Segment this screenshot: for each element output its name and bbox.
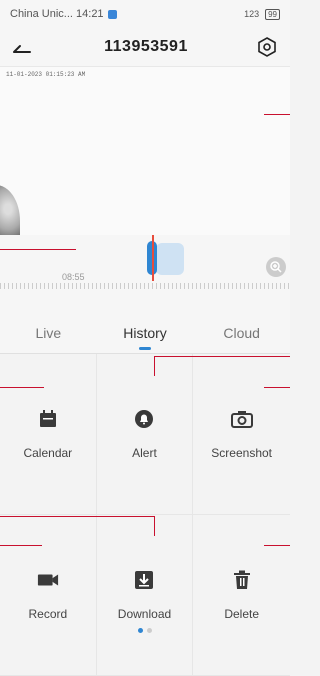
annotation-line bbox=[264, 114, 290, 115]
annotation-line bbox=[264, 545, 290, 546]
delete-label: Delete bbox=[224, 607, 259, 621]
video-frame-object bbox=[0, 185, 20, 235]
tab-live[interactable]: Live bbox=[0, 313, 97, 353]
recording-segment bbox=[156, 243, 184, 275]
tab-cloud[interactable]: Cloud bbox=[193, 313, 290, 353]
timeline[interactable]: 08:55 bbox=[0, 235, 290, 313]
video-timestamp: 11-01-2023 01:15:23 AM bbox=[6, 71, 86, 78]
mode-tabs: Live History Cloud bbox=[0, 313, 290, 354]
gear-icon bbox=[258, 37, 276, 57]
notification-icon bbox=[107, 9, 117, 19]
annotation-line bbox=[154, 356, 155, 376]
tab-history[interactable]: History bbox=[97, 313, 194, 353]
annotation-line bbox=[154, 516, 155, 536]
annotation-line bbox=[0, 545, 42, 546]
camera-icon bbox=[230, 408, 253, 430]
delete-button[interactable]: Delete bbox=[193, 515, 290, 676]
tab-history-label: History bbox=[123, 325, 167, 341]
alert-label: Alert bbox=[132, 446, 157, 460]
page-dot-active bbox=[138, 628, 143, 633]
bell-icon bbox=[133, 408, 155, 430]
calendar-button[interactable]: Calendar bbox=[0, 354, 97, 515]
annotation-line bbox=[154, 356, 290, 357]
settings-button[interactable] bbox=[256, 36, 278, 58]
calendar-icon bbox=[37, 408, 59, 430]
record-button[interactable]: Record bbox=[0, 515, 97, 676]
carrier-time: China Unic... 14:21 bbox=[10, 8, 104, 20]
zoom-in-icon bbox=[270, 261, 282, 273]
playhead-marker bbox=[152, 235, 154, 281]
annotation-line bbox=[0, 249, 76, 250]
back-button[interactable] bbox=[12, 35, 36, 59]
status-bar: China Unic... 14:21 123 99 bbox=[0, 0, 290, 28]
trash-icon bbox=[231, 569, 253, 591]
alert-button[interactable]: Alert bbox=[96, 354, 194, 515]
video-camera-icon bbox=[37, 569, 59, 591]
calendar-label: Calendar bbox=[23, 446, 73, 460]
top-bar: 113953591 bbox=[0, 28, 290, 66]
battery-icon: 99 bbox=[265, 8, 280, 20]
download-button[interactable]: Download bbox=[96, 515, 194, 676]
annotation-line bbox=[0, 516, 154, 517]
active-tab-indicator bbox=[139, 347, 151, 350]
zoom-button[interactable] bbox=[266, 257, 286, 277]
back-arrow-icon bbox=[13, 45, 31, 53]
timeline-time-label: 08:55 bbox=[62, 272, 85, 282]
download-label: Download bbox=[117, 607, 172, 621]
page-indicator bbox=[0, 628, 290, 633]
page-title: 113953591 bbox=[104, 38, 188, 55]
timeline-ruler[interactable] bbox=[0, 283, 290, 289]
screenshot-label: Screenshot bbox=[211, 446, 272, 460]
tab-cloud-label: Cloud bbox=[223, 325, 260, 341]
download-icon bbox=[133, 569, 155, 591]
screenshot-button[interactable]: Screenshot bbox=[193, 354, 290, 515]
record-label: Record bbox=[28, 607, 68, 621]
video-player[interactable]: 11-01-2023 01:15:23 AM bbox=[0, 66, 290, 235]
annotation-line bbox=[0, 387, 44, 388]
annotation-line bbox=[264, 387, 290, 388]
tab-live-label: Live bbox=[35, 325, 62, 341]
network-speed: 123 bbox=[244, 9, 260, 19]
page-dot bbox=[147, 628, 152, 633]
